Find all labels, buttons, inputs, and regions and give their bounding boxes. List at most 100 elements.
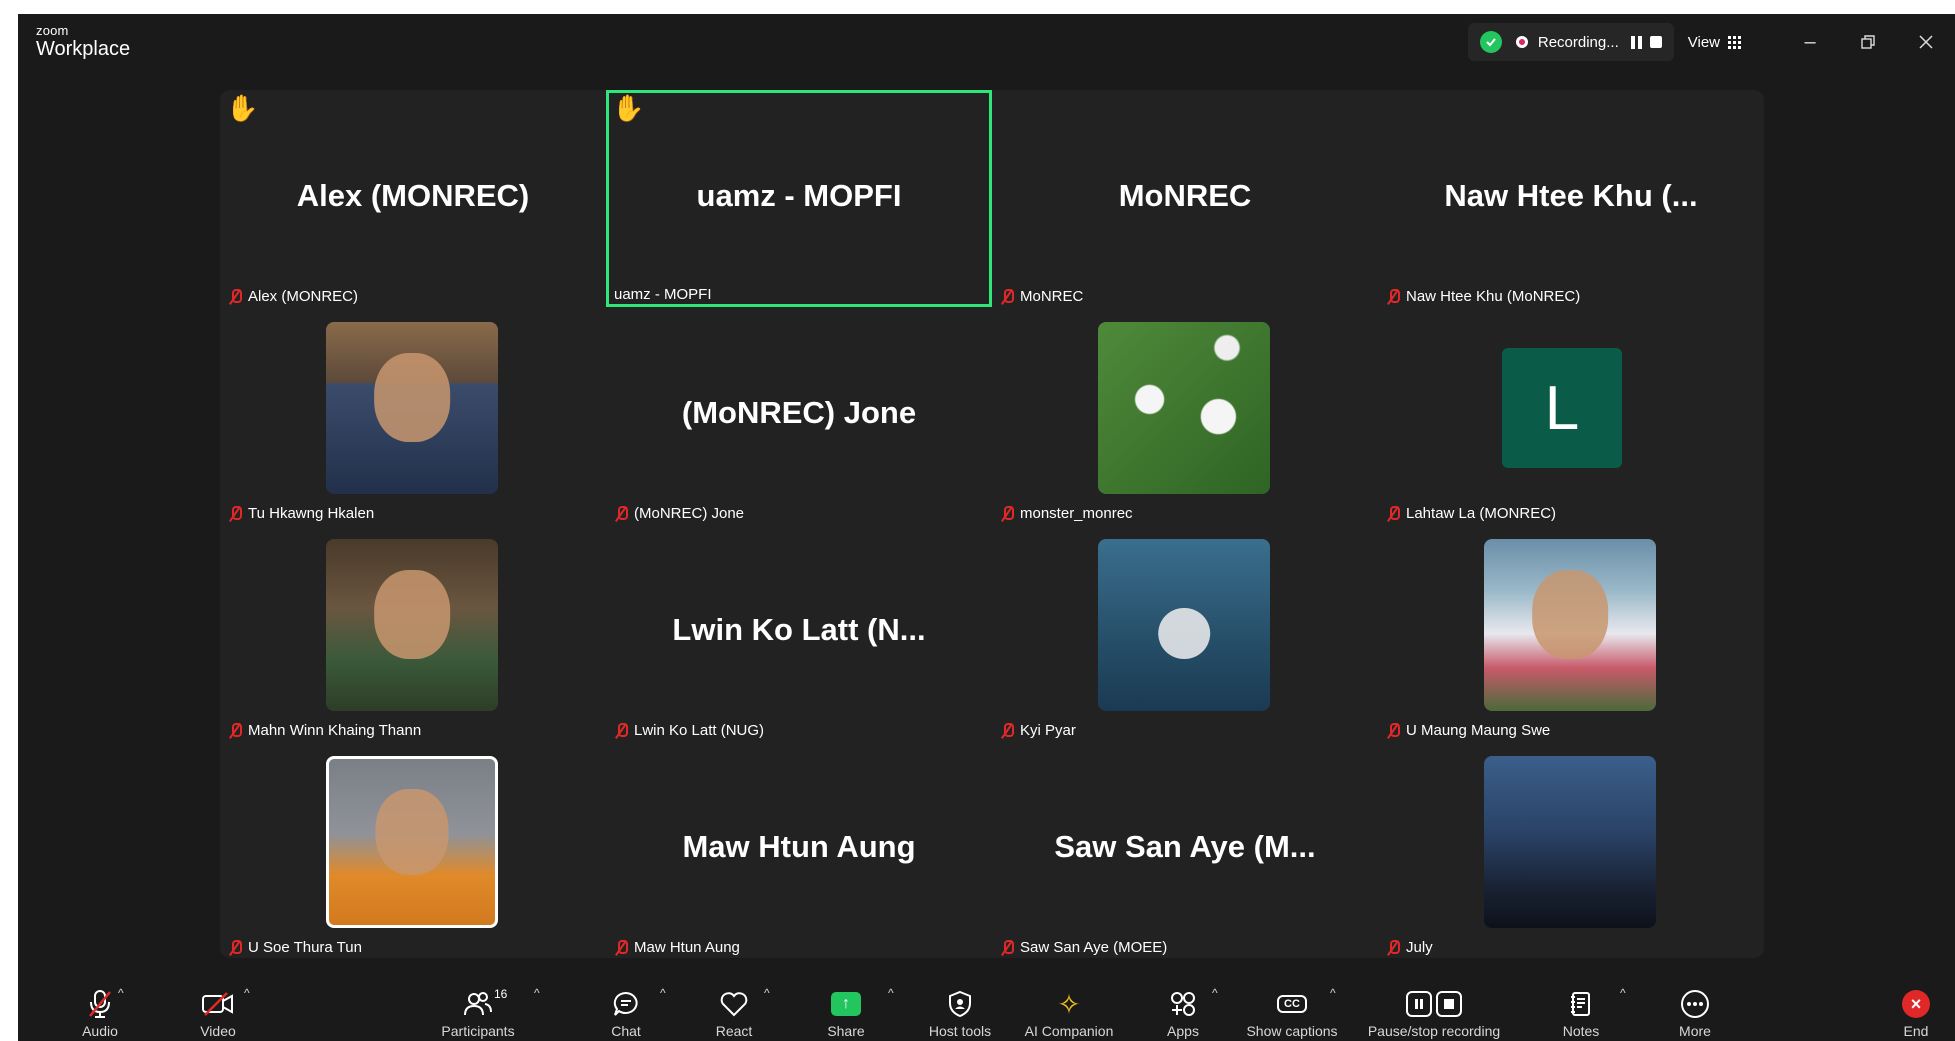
apps-label: Apps: [1167, 1023, 1199, 1039]
close-icon[interactable]: [1897, 14, 1955, 70]
share-button[interactable]: ↑ Share: [816, 972, 876, 1041]
participant-name-label: Alex (MONREC): [228, 288, 358, 305]
participant-name-label: Saw San Aye (MOEE): [1000, 939, 1167, 956]
participant-tile[interactable]: July: [1378, 741, 1764, 958]
participants-button[interactable]: 16 Participants: [428, 972, 528, 1041]
participant-photo: [1098, 539, 1270, 711]
title-bar: zoom Workplace Recording... View –: [18, 14, 1955, 70]
pause-stop-recording-icon: [1406, 987, 1462, 1021]
participant-tile[interactable]: Saw San Aye (M... Saw San Aye (MOEE): [992, 741, 1378, 958]
host-tools-label: Host tools: [928, 1023, 992, 1039]
show-captions-label: Show captions: [1246, 1023, 1338, 1039]
participant-tile[interactable]: ✋ Alex (MONREC) Alex (MONREC): [220, 90, 606, 307]
participant-name-label: Kyi Pyar: [1000, 722, 1076, 739]
participant-tile[interactable]: Maw Htun Aung Maw Htun Aung: [606, 741, 992, 958]
audio-button[interactable]: Audio: [60, 972, 140, 1041]
share-label: Share: [827, 1023, 865, 1039]
participant-big-name: Alex (MONREC): [296, 178, 530, 213]
participant-tile[interactable]: L Lahtaw La (MONREC): [1378, 307, 1764, 524]
participant-name-label: Lahtaw La (MONREC): [1386, 505, 1556, 522]
notes-caret-icon[interactable]: ^: [1620, 987, 1630, 999]
mic-muted-icon: [87, 987, 113, 1021]
restore-icon[interactable]: [1839, 14, 1897, 70]
pause-stop-recording-button[interactable]: Pause/stop recording: [1358, 972, 1510, 1041]
participant-name-label: Maw Htun Aung: [614, 939, 740, 956]
video-button[interactable]: Video: [178, 972, 258, 1041]
pause-recording-icon[interactable]: [1630, 35, 1642, 49]
participant-tile[interactable]: MoNREC MoNREC: [992, 90, 1378, 307]
encryption-shield-icon[interactable]: [1479, 31, 1502, 53]
participant-tile[interactable]: Mahn Winn Khaing Thann: [220, 524, 606, 741]
chat-button[interactable]: Chat: [596, 972, 656, 1041]
react-button[interactable]: React: [702, 972, 766, 1041]
participant-tile-active-speaker[interactable]: ✋ uamz - MOPFI uamz - MOPFI: [606, 90, 992, 307]
participant-tile[interactable]: Naw Htee Khu (... Naw Htee Khu (MoNREC): [1378, 90, 1764, 307]
audio-options-caret-icon[interactable]: ^: [118, 987, 128, 999]
logo-big-text: Workplace: [36, 38, 131, 60]
participant-tile[interactable]: Tu Hkawng Hkalen: [220, 307, 606, 524]
participant-big-name: Saw San Aye (M...: [1054, 829, 1316, 864]
apps-caret-icon[interactable]: ^: [1212, 987, 1222, 999]
recording-label: Recording...: [1537, 33, 1619, 51]
participant-photo: [1484, 539, 1656, 711]
participant-name-label: U Maung Maung Swe: [1386, 722, 1550, 739]
show-captions-button[interactable]: CC Show captions: [1240, 972, 1344, 1041]
captions-caret-icon[interactable]: ^: [1330, 987, 1340, 999]
mic-muted-icon: [614, 722, 628, 739]
mic-muted-icon: [1000, 288, 1014, 305]
more-icon: [1680, 987, 1710, 1021]
participants-label: Participants: [441, 1023, 515, 1039]
participant-name-label: July: [1386, 939, 1433, 956]
mic-muted-icon: [228, 939, 242, 956]
zoom-workplace-logo: zoom Workplace: [36, 24, 130, 59]
notes-button[interactable]: Notes: [1556, 972, 1606, 1041]
apps-icon: [1169, 987, 1197, 1021]
mic-muted-icon: [1000, 939, 1014, 956]
notes-icon: [1569, 987, 1593, 1021]
participant-tile[interactable]: U Soe Thura Tun: [220, 741, 606, 958]
end-button[interactable]: × End: [1896, 972, 1936, 1041]
host-tools-button[interactable]: Host tools: [918, 972, 1002, 1041]
participant-tile[interactable]: (MoNREC) Jone (MoNREC) Jone: [606, 307, 992, 524]
mic-muted-icon: [1386, 722, 1400, 739]
participant-tile[interactable]: Lwin Ko Latt (N... Lwin Ko Latt (NUG): [606, 524, 992, 741]
pause-stop-recording-label: Pause/stop recording: [1367, 1023, 1501, 1039]
react-caret-icon[interactable]: ^: [764, 987, 774, 999]
more-button[interactable]: More: [1670, 972, 1720, 1041]
participants-icon: 16: [464, 987, 507, 1021]
participant-name-label: U Soe Thura Tun: [228, 939, 362, 956]
participant-photo: [326, 539, 498, 711]
video-options-caret-icon[interactable]: ^: [244, 987, 254, 999]
mic-muted-icon: [614, 939, 628, 956]
end-label: End: [1903, 1023, 1929, 1039]
participant-name-label: Tu Hkawng Hkalen: [228, 505, 374, 522]
participants-caret-icon[interactable]: ^: [534, 987, 544, 999]
participant-tile[interactable]: monster_monrec: [992, 307, 1378, 524]
mic-muted-icon: [228, 722, 242, 739]
participant-tile[interactable]: U Maung Maung Swe: [1378, 524, 1764, 741]
shield-icon: [948, 987, 972, 1021]
stop-recording-icon[interactable]: [1649, 36, 1662, 48]
participants-count: 16: [494, 987, 508, 1001]
mic-muted-icon: [1000, 505, 1014, 522]
chat-caret-icon[interactable]: ^: [660, 987, 670, 999]
mic-muted-icon: [1386, 288, 1400, 305]
participant-big-name: MoNREC: [1118, 178, 1252, 213]
ai-companion-button[interactable]: ✧ AI Companion: [1014, 972, 1124, 1041]
share-screen-icon: ↑: [831, 987, 861, 1021]
participant-photo: [1098, 322, 1270, 494]
apps-button[interactable]: Apps: [1158, 972, 1208, 1041]
participant-big-name: Lwin Ko Latt (N...: [672, 612, 926, 647]
participant-tile[interactable]: Kyi Pyar: [992, 524, 1378, 741]
more-label: More: [1679, 1023, 1711, 1039]
share-caret-icon[interactable]: ^: [888, 987, 898, 999]
raised-hand-icon: ✋: [226, 93, 259, 123]
participant-name-label: Lwin Ko Latt (NUG): [614, 722, 764, 739]
view-button[interactable]: View: [1688, 34, 1741, 51]
minimize-icon[interactable]: –: [1781, 14, 1839, 70]
chat-label: Chat: [611, 1023, 641, 1039]
participant-name-label: MoNREC: [1000, 288, 1083, 305]
participant-name-label: Naw Htee Khu (MoNREC): [1386, 288, 1580, 305]
participant-photo: [326, 756, 498, 928]
zoom-window: zoom Workplace Recording... View – ✋ Ale…: [18, 14, 1955, 1041]
